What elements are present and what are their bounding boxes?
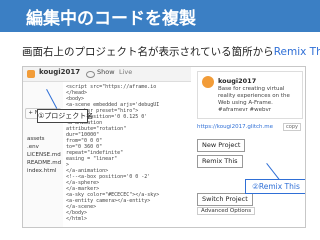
project-menu: kougi2017 Base for creating virtual real… xyxy=(193,67,305,227)
slide-subtitle: 画面右上のプロジェクト名が表示されている箇所からRemix This xyxy=(22,44,320,59)
slide-title: 編集中のコードを複製 xyxy=(26,9,196,29)
code-editor: kougi2017 Show Live + New File assets .e… xyxy=(23,67,191,227)
glitch-screenshot: kougi2017 Show Live + New File assets .e… xyxy=(22,66,306,228)
switch-project-button[interactable]: Switch Project xyxy=(197,193,253,206)
code-line: easing = "linear" xyxy=(66,156,118,162)
live-label: Live xyxy=(119,68,133,76)
new-project-button[interactable]: New Project xyxy=(197,139,246,152)
file-item[interactable]: LICENSE.md xyxy=(27,152,61,158)
project-card: kougi2017 Base for creating virtual real… xyxy=(197,71,303,119)
callout-remix-this: ②Remix This xyxy=(245,179,305,194)
project-description: Base for creating virtual reality experi… xyxy=(218,86,290,113)
file-tree: + New File assets .env LICENSE.md README… xyxy=(23,82,64,227)
file-item[interactable]: assets xyxy=(27,136,45,142)
code-pane[interactable]: <script src="https://aframe.io </head> <… xyxy=(63,82,191,227)
advanced-options-button[interactable]: Advanced Options xyxy=(197,207,256,215)
subtitle-text: 画面右上のプロジェクト名が表示されている箇所から xyxy=(22,46,274,58)
file-item[interactable]: .env xyxy=(27,144,39,150)
copy-url-button[interactable]: copy xyxy=(283,123,301,131)
title-banner: 編集中のコードを複製 xyxy=(0,0,320,32)
project-card-title: kougi2017 xyxy=(218,77,257,85)
project-name-button[interactable]: kougi2017 xyxy=(39,68,80,76)
project-url-link[interactable]: https://kougi2017.glitch.me xyxy=(197,124,273,130)
code-line: </html> xyxy=(66,216,88,222)
project-avatar xyxy=(202,76,214,88)
file-item[interactable]: index.html xyxy=(27,168,56,174)
eye-icon xyxy=(86,71,95,78)
subtitle-accent: Remix This xyxy=(273,46,320,58)
remix-this-button[interactable]: Remix This xyxy=(197,155,243,168)
editor-header: kougi2017 Show Live xyxy=(23,67,191,82)
show-button[interactable]: Show xyxy=(97,68,115,76)
project-url-row: https://kougi2017.glitch.me copy xyxy=(197,123,301,133)
glitch-fish-icon xyxy=(27,70,35,78)
file-item[interactable]: README.md xyxy=(27,160,61,166)
callout-project-name: ①プロジェクト名 xyxy=(37,109,93,123)
